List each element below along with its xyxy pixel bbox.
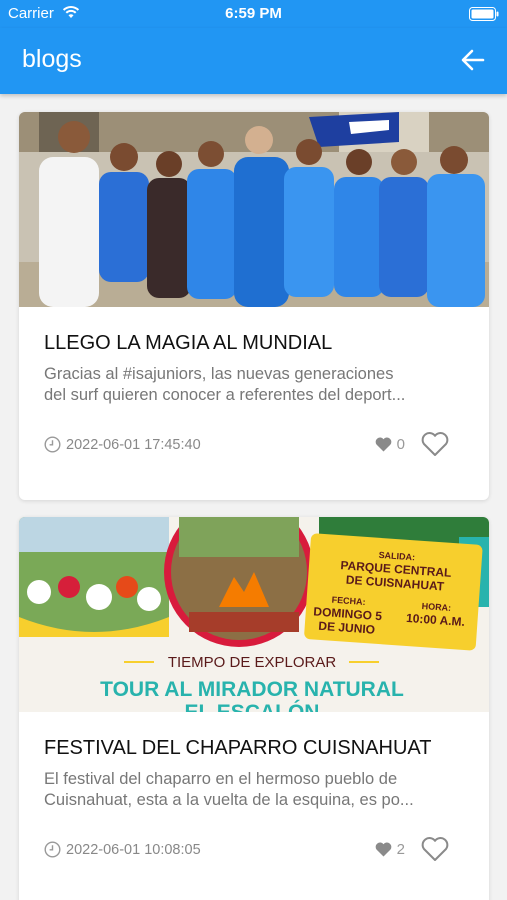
- blog-image-surf-team-photo: [19, 112, 489, 307]
- status-bar: Carrier 6:59 PM: [0, 0, 507, 28]
- battery-icon: [469, 7, 499, 21]
- blog-date-text: 2022-06-01 10:08:05: [66, 841, 201, 858]
- blog-date: 2022-06-01 17:45:40: [44, 436, 201, 453]
- heart-outline-icon[interactable]: [421, 431, 449, 457]
- blog-title: FESTIVAL DEL CHAPARRO CUISNAHUAT: [44, 737, 432, 759]
- blog-excerpt-line: El festival del chaparro en el hermoso p…: [44, 770, 398, 788]
- blog-title: LLEGO LA MAGIA AL MUNDIAL: [44, 332, 333, 354]
- blog-excerpt-line: del surf quieren conocer a referentes de…: [44, 386, 406, 404]
- clock-icon: [44, 436, 61, 453]
- blog-image-festival-poster: SALIDA: PARQUE CENTRAL DE CUISNAHUAT FEC…: [19, 517, 489, 712]
- blog-excerpt-line: Gracias al #isajuniors, las nuevas gener…: [44, 365, 394, 383]
- poster-tagline: TIEMPO DE EXPLORAR: [168, 654, 337, 671]
- heart-filled-icon: [375, 437, 391, 452]
- like-count: 0: [375, 436, 405, 453]
- like-count-text: 2: [396, 841, 405, 858]
- like-count: 2: [375, 841, 405, 858]
- blog-excerpt-line: Cuisnahuat, esta a la vuelta de la esqui…: [44, 791, 414, 809]
- blog-card[interactable]: SALIDA: PARQUE CENTRAL DE CUISNAHUAT FEC…: [19, 517, 489, 900]
- poster-headline: TOUR AL MIRADOR NATURAL: [100, 678, 404, 701]
- like-count-text: 0: [396, 436, 405, 453]
- blog-date-text: 2022-06-01 17:45:40: [66, 436, 201, 453]
- blog-excerpt: Gracias al #isajuniors, las nuevas gener…: [44, 364, 474, 406]
- page-title: blogs: [22, 45, 82, 73]
- poster-hora-label: HORA:: [421, 601, 451, 613]
- heart-outline-icon[interactable]: [421, 836, 449, 862]
- status-time: 6:59 PM: [225, 5, 282, 22]
- clock-icon: [44, 841, 61, 858]
- back-arrow-icon[interactable]: [459, 46, 487, 74]
- heart-filled-icon: [375, 842, 391, 857]
- poster-headline: EL ESCALÓN: [185, 700, 320, 712]
- app-bar: blogs: [0, 28, 507, 94]
- blog-excerpt: El festival del chaparro en el hermoso p…: [44, 769, 474, 811]
- blog-date: 2022-06-01 10:08:05: [44, 841, 201, 858]
- blog-card[interactable]: LLEGO LA MAGIA AL MUNDIAL Gracias al #is…: [19, 112, 489, 500]
